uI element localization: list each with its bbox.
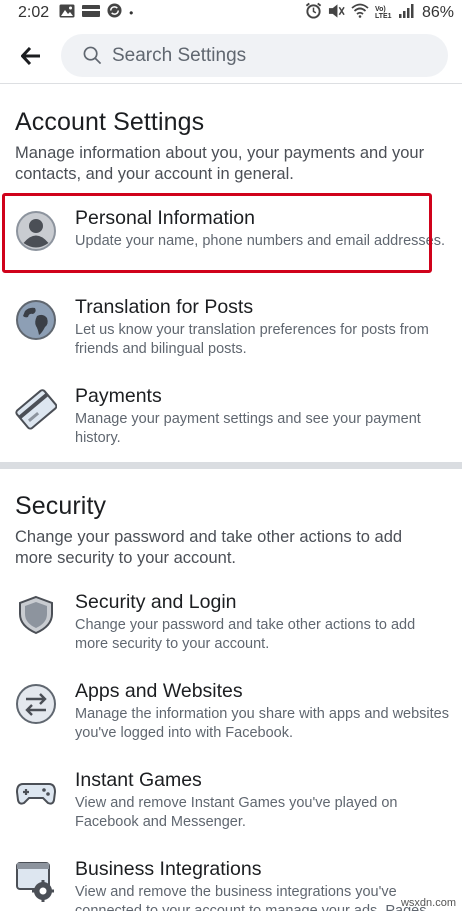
shield-icon bbox=[15, 594, 57, 636]
security-description: Change your password and take other acti… bbox=[15, 528, 403, 567]
status-system-icons: Vo) LTE1 86% bbox=[305, 2, 454, 24]
section-divider bbox=[0, 462, 462, 469]
person-icon bbox=[15, 210, 57, 252]
status-time: 2:02 bbox=[18, 4, 50, 21]
personal-information-description: Update your name, phone numbers and emai… bbox=[75, 233, 445, 249]
gallery-icon bbox=[59, 4, 75, 23]
gamepad-icon bbox=[15, 772, 57, 814]
battery-percentage: 86% bbox=[421, 4, 454, 21]
alarm-icon bbox=[305, 2, 322, 24]
settings-header: Search Settings bbox=[0, 28, 462, 84]
network-label: Vo) LTE1 bbox=[374, 6, 392, 20]
back-arrow-icon bbox=[21, 46, 40, 65]
business-integrations-title: Business Integrations bbox=[75, 858, 262, 880]
security-title: Security bbox=[15, 492, 107, 520]
status-dot: • bbox=[129, 6, 134, 20]
apps-and-websites-title: Apps and Websites bbox=[75, 680, 243, 702]
payments-description: Manage your payment settings and see you… bbox=[75, 411, 421, 446]
account-settings-title: Account Settings bbox=[15, 108, 205, 136]
business-gear-icon bbox=[15, 861, 57, 903]
instant-games-title: Instant Games bbox=[75, 769, 202, 791]
translation-for-posts-description: Let us know your translation preferences… bbox=[75, 322, 429, 357]
status-bar: 2:02 • Vo) LTE1 86% bbox=[0, 0, 462, 26]
globe-icon bbox=[15, 299, 57, 341]
business-integrations-description: View and remove the business integration… bbox=[75, 884, 427, 911]
sync-icon bbox=[107, 3, 122, 23]
security-section: Security Change your password and take o… bbox=[0, 492, 462, 569]
translation-for-posts-title: Translation for Posts bbox=[75, 296, 254, 318]
apps-and-websites-description: Manage the information you share with ap… bbox=[75, 706, 449, 741]
status-notification-icons: • bbox=[59, 3, 133, 23]
watermark: wsxdn.com bbox=[400, 897, 456, 909]
credit-card-icon bbox=[15, 388, 58, 430]
search-placeholder: Search Settings bbox=[112, 44, 247, 66]
security-and-login-description: Change your password and take other acti… bbox=[75, 617, 416, 652]
personal-information-title: Personal Information bbox=[75, 207, 255, 229]
swap-arrows-icon bbox=[15, 683, 57, 725]
account-settings-section: Account Settings Manage information abou… bbox=[0, 108, 462, 185]
security-and-login-title: Security and Login bbox=[75, 591, 237, 613]
back-button[interactable] bbox=[12, 37, 50, 75]
signal-icon bbox=[398, 3, 414, 23]
instant-games-description: View and remove Instant Games you've pla… bbox=[75, 795, 398, 830]
payments-title: Payments bbox=[75, 385, 162, 407]
account-settings-description: Manage information about you, your payme… bbox=[15, 144, 425, 183]
search-icon bbox=[83, 46, 102, 65]
search-input[interactable]: Search Settings bbox=[61, 34, 448, 77]
mute-icon bbox=[328, 3, 345, 24]
wifi-icon bbox=[351, 3, 369, 23]
card-icon bbox=[82, 4, 101, 23]
